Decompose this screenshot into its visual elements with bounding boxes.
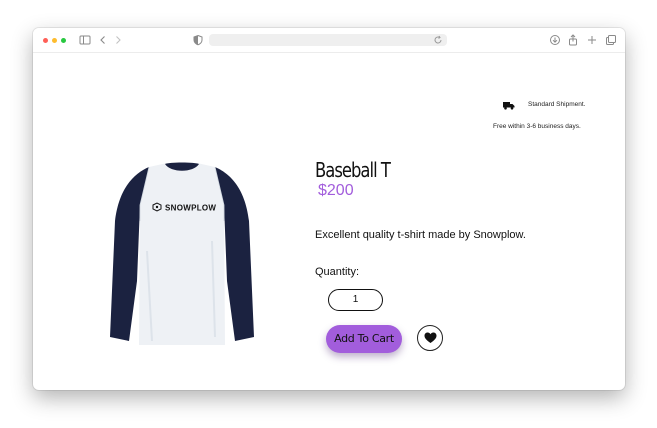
back-icon[interactable]	[97, 34, 109, 46]
browser-toolbar	[33, 28, 625, 53]
zoom-window-button[interactable]	[61, 38, 66, 43]
product-title: Baseball T	[315, 158, 391, 183]
shield-icon[interactable]	[192, 34, 204, 46]
forward-icon[interactable]	[112, 34, 124, 46]
quantity-input[interactable]: 1	[328, 289, 383, 311]
reload-icon[interactable]	[433, 35, 443, 45]
product-print-text: SNOWPLOW	[165, 204, 216, 213]
add-to-cart-button[interactable]: Add To Cart	[326, 325, 402, 353]
product-description: Excellent quality t-shirt made by Snowpl…	[315, 229, 526, 241]
product-image: SNOWPLOW	[107, 161, 257, 349]
close-window-button[interactable]	[43, 38, 48, 43]
product-price: $200	[318, 182, 354, 199]
shipping-label: Standard Shipment.	[528, 101, 586, 108]
browser-window: Standard Shipment. Free within 3-6 busin…	[33, 28, 625, 390]
minimize-window-button[interactable]	[52, 38, 57, 43]
page-content: Standard Shipment. Free within 3-6 busin…	[33, 53, 625, 390]
heart-icon	[424, 332, 437, 343]
address-bar[interactable]	[209, 34, 447, 46]
download-icon[interactable]	[549, 34, 561, 46]
sidebar-icon[interactable]	[79, 34, 91, 46]
shipping-note: Free within 3-6 business days.	[493, 123, 581, 130]
new-tab-icon[interactable]	[586, 34, 598, 46]
truck-icon	[503, 101, 515, 110]
quantity-label: Quantity:	[315, 266, 360, 278]
share-icon[interactable]	[567, 34, 579, 46]
shipping-info: Standard Shipment.	[503, 101, 623, 113]
wishlist-button[interactable]	[417, 325, 443, 351]
tabs-icon[interactable]	[605, 34, 617, 46]
